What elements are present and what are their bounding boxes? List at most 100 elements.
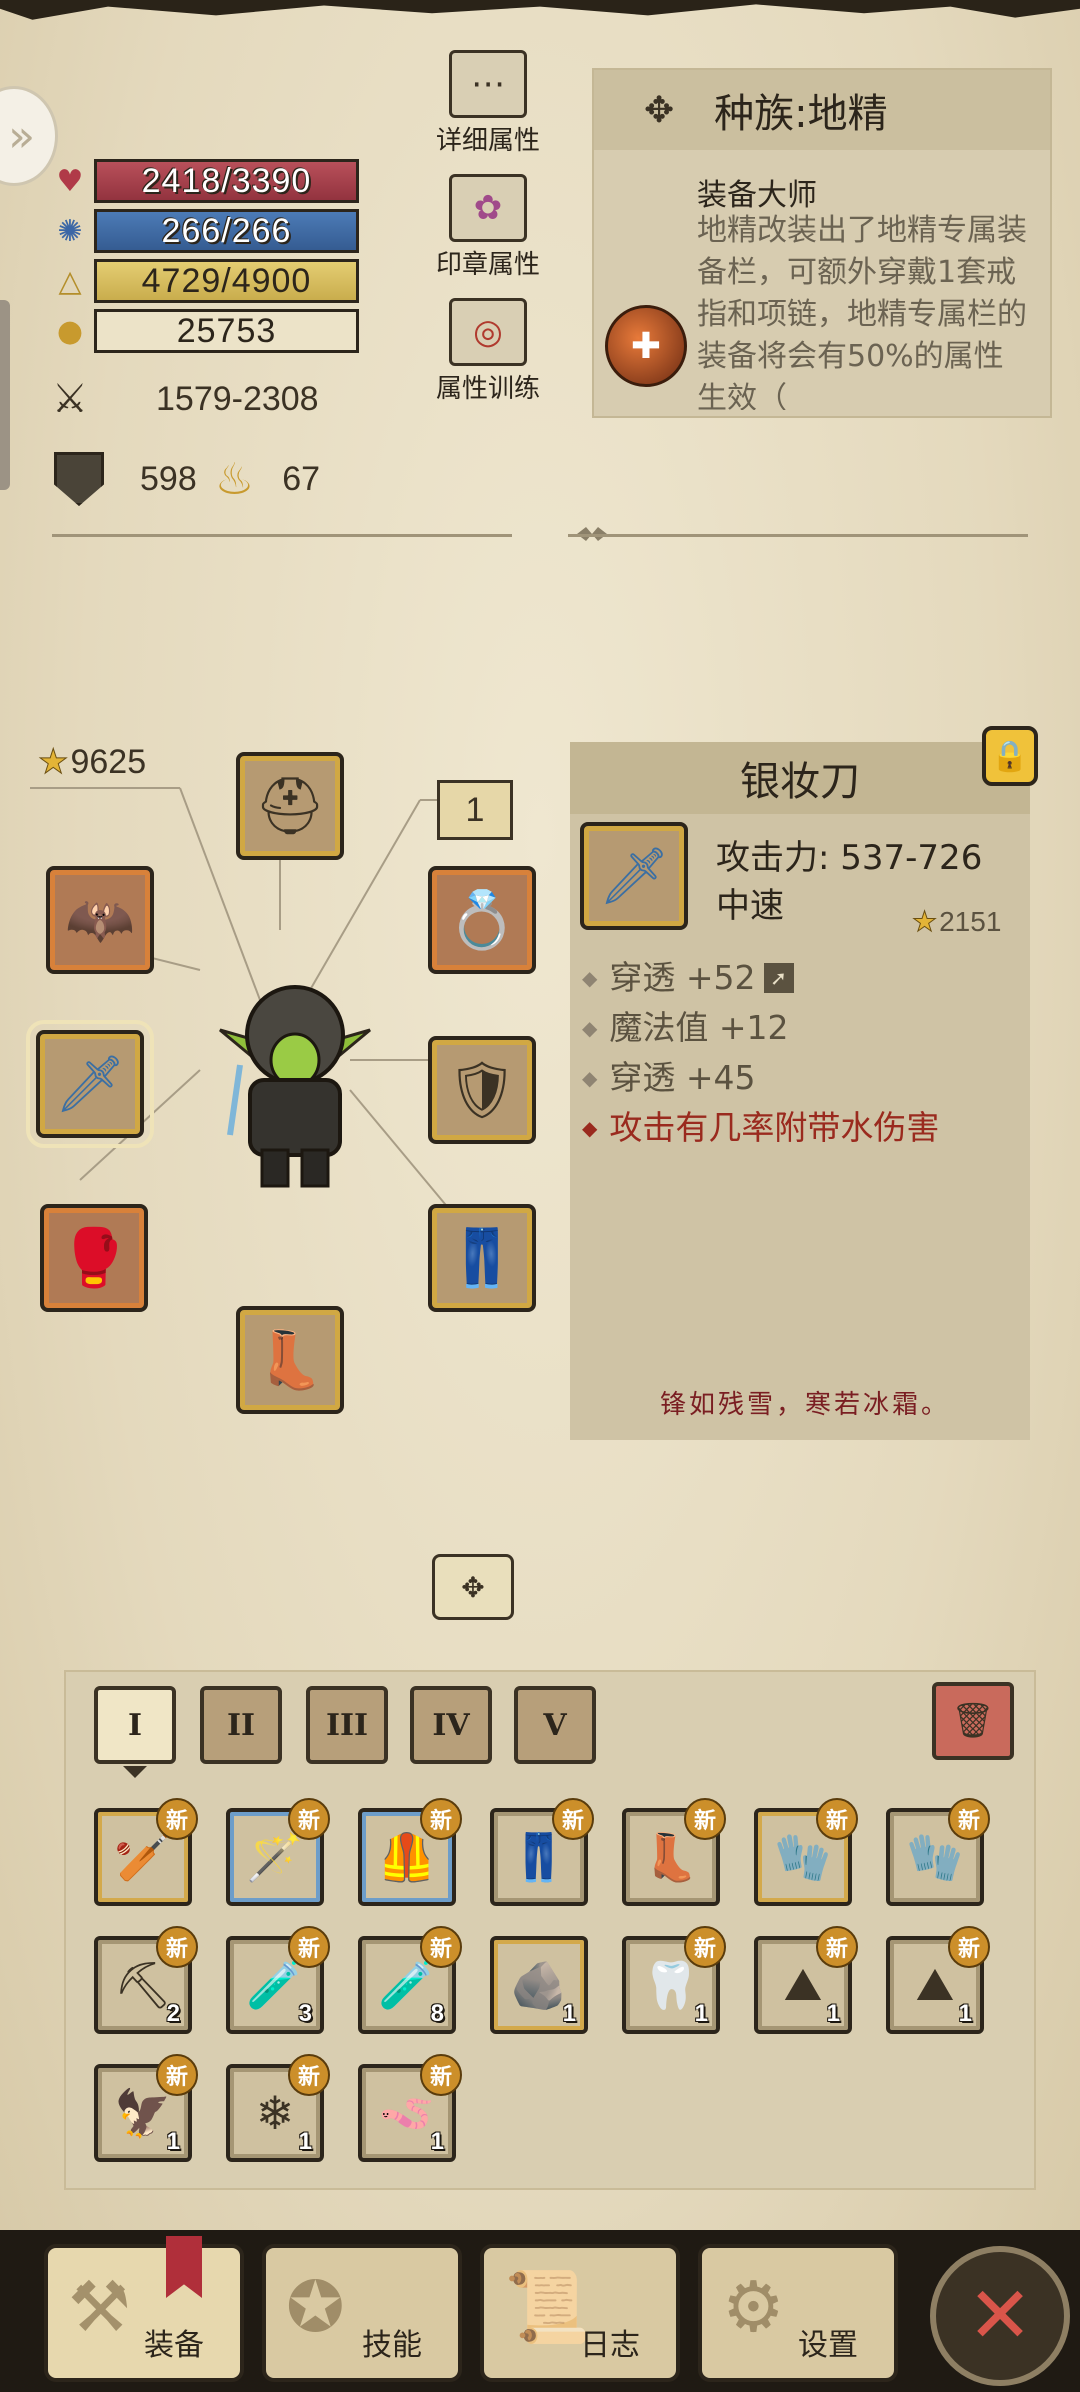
diamond-bullet-icon: ◆: [582, 966, 598, 990]
scroll-toggle-button[interactable]: ✥: [432, 1554, 514, 1620]
inventory-item[interactable]: 🦷 新 1: [622, 1926, 726, 2034]
nav-log[interactable]: 📜 日志: [480, 2244, 680, 2382]
leg-armor-icon: 👖: [447, 1226, 517, 1291]
leather-glove-icon: 🧤: [906, 1829, 964, 1884]
nav-equipment[interactable]: ⚒ 装备: [44, 2244, 244, 2382]
attack-value: 1579-2308: [156, 379, 319, 418]
fang-icon: 🦷: [642, 1957, 700, 2012]
inventory-item[interactable]: 🪨 1: [490, 1936, 588, 2034]
shield-icon: [54, 452, 104, 506]
mp-bar: 266/266: [94, 209, 359, 253]
item-quantity: 1: [826, 2000, 840, 2027]
detail-attributes-button[interactable]: ⋯ 详细属性: [418, 50, 558, 157]
chainmail-vest-icon: 🦺: [378, 1829, 436, 1884]
iron-boots-icon: 👢: [255, 1328, 325, 1393]
stone-pile-icon: ⛰: [783, 1957, 823, 2011]
skill-emblem-icon: ✪: [286, 2266, 345, 2348]
item-special-attribute: ◆ 攻击有几率附带水伤害: [582, 1103, 939, 1153]
new-badge: 新: [684, 1926, 726, 1968]
nav-settings-label: 设置: [798, 2328, 858, 2363]
nav-skills[interactable]: ✪ 技能: [262, 2244, 462, 2382]
leather-boots-icon: 👢: [642, 1829, 700, 1884]
inventory-tab-5[interactable]: V: [514, 1686, 596, 1764]
hp-bar: 2418/3390: [94, 159, 359, 203]
ring-slot[interactable]: 💍: [428, 866, 536, 974]
seal-attributes-label: 印章属性: [435, 250, 540, 280]
armor-value: 598: [140, 459, 197, 498]
new-badge: 新: [288, 1926, 330, 1968]
inventory-item[interactable]: 🪱 新 1: [358, 2054, 462, 2162]
gear-plus-icon: ✚: [630, 325, 662, 367]
inventory-item[interactable]: ⛰ 新 1: [886, 1926, 990, 2034]
magic-resist-icon: ♨: [214, 454, 255, 504]
attribute-text: 魔法值 +12: [609, 1008, 789, 1047]
item-quantity: 1: [562, 2000, 576, 2027]
attribute-training-button[interactable]: ◎ 属性训练: [418, 298, 558, 405]
attribute-text: 穿透 +45: [609, 1058, 756, 1097]
new-badge: 新: [816, 1926, 858, 1968]
inventory-item[interactable]: ⛰ 新 1: [754, 1926, 858, 2034]
inventory-tab-4[interactable]: IV: [410, 1686, 492, 1764]
seal-attributes-button[interactable]: ✿ 印章属性: [418, 174, 558, 281]
inventory-item[interactable]: 🧤 新: [886, 1798, 990, 1906]
new-badge: 新: [288, 2054, 330, 2096]
inventory-item[interactable]: 🧤 新: [754, 1798, 858, 1906]
new-badge: 新: [156, 1926, 198, 1968]
trash-button[interactable]: 🗑: [932, 1682, 1014, 1760]
bracer-slot[interactable]: 🥊: [40, 1204, 148, 1312]
star-icon: ★: [911, 906, 938, 938]
diamond-bullet-icon: ◆: [582, 1016, 598, 1040]
new-badge: 新: [948, 1926, 990, 1968]
new-badge: 新: [156, 2054, 198, 2096]
new-badge: 新: [420, 1926, 462, 1968]
inventory-item[interactable]: 🦅 新 1: [94, 2054, 198, 2162]
inventory-item[interactable]: ❄ 新 1: [226, 2054, 330, 2162]
goblin-emblem-icon: ✥: [644, 89, 675, 131]
xp-row: △ 4729/4900: [50, 258, 359, 304]
helmet-slot[interactable]: ⛑: [236, 752, 344, 860]
new-badge: 新: [684, 1798, 726, 1840]
defense-line: 598 ♨ 67: [54, 452, 320, 506]
boots-slot[interactable]: 👢: [236, 1306, 344, 1414]
item-attribute: ◆ 魔法值 +12: [582, 1003, 939, 1053]
blue-ore-icon: 🪨: [510, 1957, 568, 2012]
inventory-item[interactable]: 👢 新: [622, 1798, 726, 1906]
inventory-item[interactable]: 🦺 新: [358, 1798, 462, 1906]
heart-icon: ♥: [56, 163, 84, 199]
inventory-tab-2[interactable]: II: [200, 1686, 282, 1764]
target-icon: ◎: [449, 298, 527, 366]
item-name: 银妆刀: [570, 742, 1030, 814]
inventory-tab-3[interactable]: III: [306, 1686, 388, 1764]
detail-attributes-label: 详细属性: [435, 126, 540, 156]
item-quantity: 1: [430, 2128, 444, 2155]
nav-settings[interactable]: ⚙ 设置: [698, 2244, 898, 2382]
item-attribute: ◆ 穿透 +52 ➚: [582, 953, 939, 1003]
inventory-item[interactable]: 🏏 新: [94, 1798, 198, 1906]
item-quantity: 1: [166, 2128, 180, 2155]
pants-slot[interactable]: 👖: [428, 1204, 536, 1312]
weapon-slot[interactable]: 🗡: [26, 1020, 154, 1148]
close-button[interactable]: ✕: [930, 2246, 1070, 2386]
ring-set-counter[interactable]: 1: [437, 780, 513, 840]
amulet-slot[interactable]: 🦇: [46, 866, 154, 974]
side-scroll-tab[interactable]: [0, 300, 10, 490]
item-quantity: 1: [298, 2128, 312, 2155]
race-trait-icon[interactable]: ✚: [605, 305, 687, 387]
lock-icon[interactable]: 🔒: [982, 726, 1038, 786]
inventory-item[interactable]: 🧪 新 3: [226, 1926, 330, 2034]
item-score: ★ 2151: [911, 905, 1001, 938]
inventory-item[interactable]: 🧪 新 8: [358, 1926, 462, 2034]
goblin-face-icon: ✥: [461, 1570, 485, 1604]
goblin-character: [210, 960, 380, 1190]
flower-seal-icon: ✿: [449, 174, 527, 242]
race-trait-description: 地精改装出了地精专属装备栏，可额外穿戴1套戒指和项链，地精专属栏的装备将会有50…: [697, 213, 1027, 410]
crossed-swords-icon: ⚔: [52, 377, 88, 421]
armor-slot[interactable]: 🛡: [428, 1036, 536, 1144]
inventory-tab-1[interactable]: I: [94, 1686, 176, 1764]
gear-icon: ⚙: [722, 2266, 785, 2348]
inventory-item[interactable]: 🪄 新: [226, 1798, 330, 1906]
experience-icon: △: [58, 263, 82, 299]
inventory-item[interactable]: ⛏ 新 2: [94, 1926, 198, 2034]
inventory-item[interactable]: 👖 新: [490, 1798, 594, 1906]
red-potion-icon: 🧪: [246, 1957, 304, 2012]
